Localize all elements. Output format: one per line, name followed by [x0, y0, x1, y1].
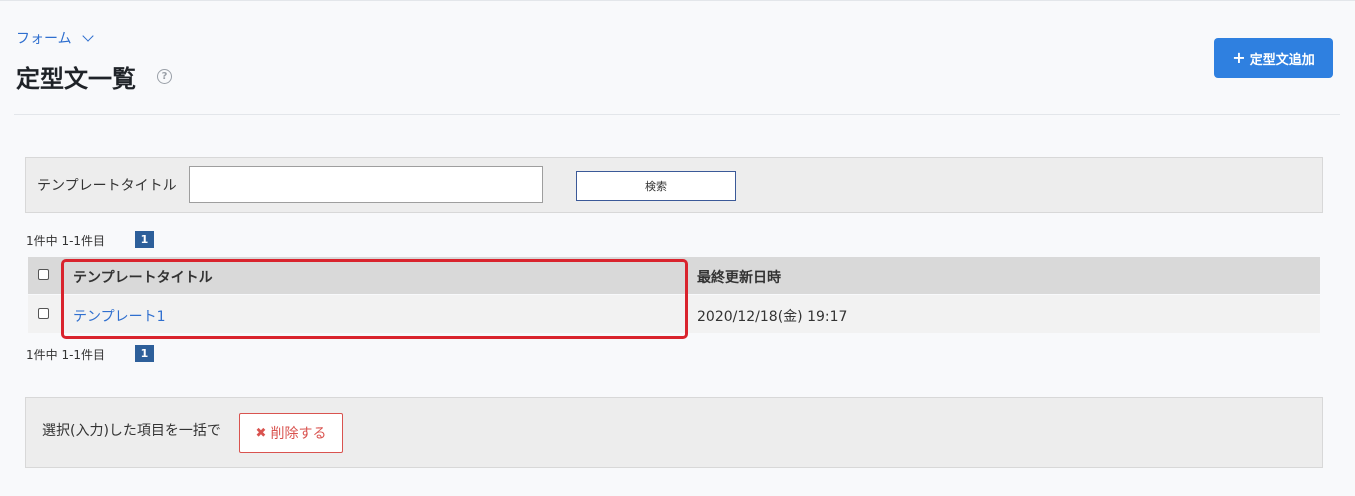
add-template-button[interactable]: + 定型文追加: [1214, 38, 1333, 78]
result-count-bottom: 1件中 1-1件目: [26, 348, 106, 362]
page-number-bottom[interactable]: 1: [135, 345, 154, 362]
header-divider: [14, 114, 1340, 115]
close-icon: ✖: [255, 425, 267, 441]
bulk-action-panel: 選択(入力)した項目を一括で ✖ 削除する: [25, 397, 1323, 468]
column-header-title: テンプレートタイトル: [73, 270, 213, 286]
bulk-action-label: 選択(入力)した項目を一括で: [42, 423, 221, 439]
plus-icon: +: [1232, 48, 1246, 67]
template-title-link[interactable]: テンプレート1: [73, 306, 166, 326]
chevron-down-icon: [81, 30, 94, 42]
table-header: テンプレートタイトル 最終更新日時: [28, 257, 1320, 294]
help-icon[interactable]: ?: [157, 69, 172, 84]
column-header-updated: 最終更新日時: [697, 270, 781, 286]
row-checkbox[interactable]: [38, 308, 49, 319]
page-number-top[interactable]: 1: [135, 231, 154, 248]
breadcrumb-label: フォーム: [16, 31, 72, 47]
breadcrumb-form-dropdown[interactable]: フォーム: [16, 28, 94, 48]
table-row: テンプレート1 2020/12/18(金) 19:17: [28, 295, 1320, 333]
add-template-label: 定型文追加: [1249, 52, 1315, 68]
result-count-top: 1件中 1-1件目: [26, 234, 106, 248]
search-panel: テンプレートタイトル 検索: [25, 157, 1323, 213]
select-all-checkbox[interactable]: [38, 269, 49, 280]
top-border: [0, 0, 1355, 1]
delete-button[interactable]: ✖ 削除する: [239, 413, 343, 453]
page-title: 定型文一覧: [16, 64, 136, 93]
search-title-input[interactable]: [189, 166, 543, 203]
delete-label: 削除する: [270, 426, 327, 442]
search-label: テンプレートタイトル: [37, 178, 177, 194]
search-button[interactable]: 検索: [576, 171, 736, 201]
updated-at: 2020/12/18(金) 19:17: [697, 309, 848, 325]
